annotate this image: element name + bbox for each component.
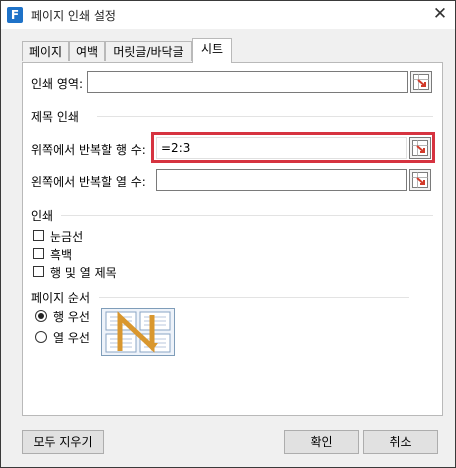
column-first-radio[interactable] [35, 331, 47, 343]
page-setup-dialog: F 페이지 인쇄 설정 ✕ 페이지 여백 머릿글/바닥글 시트 인쇄 영역: 제… [0, 0, 456, 468]
black-and-white-checkbox[interactable] [33, 248, 44, 259]
close-icon[interactable]: ✕ [429, 3, 451, 25]
row-column-headings-checkbox[interactable] [33, 266, 44, 277]
clear-all-button[interactable]: 모두 지우기 [22, 430, 104, 454]
section-divider [99, 297, 409, 298]
print-area-input[interactable] [87, 71, 408, 93]
cancel-button[interactable]: 취소 [363, 430, 438, 454]
row-first-radio[interactable] [35, 310, 47, 322]
row-column-headings-label: 행 및 열 제목 [50, 266, 117, 280]
page-order-heading: 페이지 순서 [31, 291, 91, 305]
rows-to-repeat-range-button[interactable] [409, 137, 431, 159]
rows-to-repeat-input[interactable]: =2:3 [156, 137, 407, 159]
app-logo-icon: F [7, 7, 23, 23]
page-order-diagram-icon [105, 311, 171, 353]
gridlines-label: 눈금선 [50, 230, 84, 244]
section-divider [61, 215, 433, 216]
section-divider [97, 116, 433, 117]
tab-header-footer[interactable]: 머릿글/바닥글 [105, 41, 192, 61]
gridlines-checkbox[interactable] [33, 230, 44, 241]
tab-margins[interactable]: 여백 [69, 41, 105, 61]
black-and-white-label: 흑백 [50, 248, 73, 262]
columns-to-repeat-range-button[interactable] [409, 169, 431, 191]
column-first-label: 열 우선 [53, 331, 90, 345]
columns-to-repeat-label: 왼쪽에서 반복할 열 수: [31, 175, 146, 189]
print-area-label: 인쇄 영역: [31, 77, 84, 91]
row-first-label: 행 우선 [53, 310, 90, 324]
page-order-preview-image [101, 308, 175, 356]
tab-sheet[interactable]: 시트 [192, 38, 232, 63]
columns-to-repeat-input[interactable] [156, 169, 407, 191]
title-bar: F 페이지 인쇄 설정 ✕ [1, 1, 455, 29]
print-titles-heading: 제목 인쇄 [31, 110, 79, 124]
window-title: 페이지 인쇄 설정 [31, 9, 116, 23]
rows-to-repeat-label: 위쪽에서 반복할 행 수: [31, 143, 146, 157]
range-select-icon [412, 172, 428, 188]
print-area-range-button[interactable] [410, 71, 432, 93]
print-heading: 인쇄 [31, 209, 54, 223]
range-select-icon [412, 140, 428, 156]
ok-button[interactable]: 확인 [284, 430, 359, 454]
range-select-icon [413, 74, 429, 90]
tab-page[interactable]: 페이지 [22, 41, 69, 61]
